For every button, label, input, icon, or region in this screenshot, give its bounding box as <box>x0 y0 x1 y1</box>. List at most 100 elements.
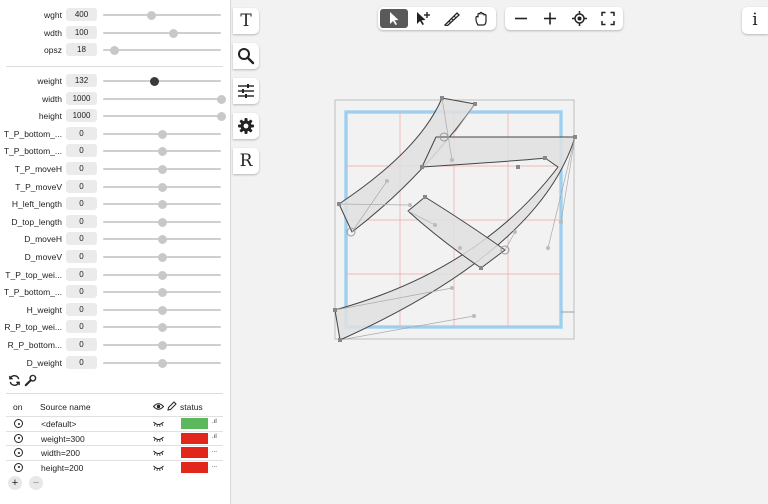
slider-thumb[interactable] <box>150 77 160 86</box>
axis-value-field[interactable]: 0 <box>66 232 97 246</box>
status-color-swatch[interactable] <box>181 432 208 444</box>
source-row[interactable]: weight=300 .ıl <box>6 430 223 445</box>
axis-value-field[interactable]: 0 <box>66 214 97 228</box>
axis-value-field[interactable]: 0 <box>66 179 97 193</box>
reset-icon[interactable] <box>8 374 21 387</box>
pointer-tool-button[interactable] <box>380 9 408 28</box>
slider-thumb[interactable] <box>157 288 167 298</box>
slider-thumb[interactable] <box>157 129 167 139</box>
axis-slider[interactable] <box>103 182 221 192</box>
slider-thumb[interactable] <box>216 94 226 104</box>
status-color-swatch[interactable] <box>181 447 208 458</box>
slider-thumb[interactable] <box>157 270 167 280</box>
glyph-outline[interactable] <box>334 97 576 341</box>
closed-eye-icon[interactable] <box>153 435 164 443</box>
slider-thumb[interactable] <box>157 147 167 157</box>
axis-value-field[interactable]: 100 <box>66 25 97 39</box>
axis-value-field[interactable]: 400 <box>66 8 97 21</box>
slider-thumb[interactable] <box>157 253 167 262</box>
slider-thumb[interactable] <box>157 182 167 192</box>
axis-value-field[interactable]: 0 <box>66 144 97 158</box>
axis-slider[interactable] <box>103 341 221 350</box>
axis-value-field[interactable]: 0 <box>66 250 97 263</box>
axis-value-field[interactable]: 0 <box>66 197 97 211</box>
glyph-canvas[interactable] <box>260 36 742 496</box>
axis-value-field[interactable]: 18 <box>66 43 97 56</box>
status-color-swatch[interactable] <box>181 461 208 473</box>
text-tool-tab[interactable]: T <box>233 8 259 34</box>
axis-value-field[interactable]: 0 <box>66 302 97 316</box>
axis-slider[interactable] <box>103 217 221 227</box>
slider-thumb[interactable] <box>157 200 167 210</box>
settings-tool-tab[interactable] <box>233 113 259 139</box>
axis-value-field[interactable]: 0 <box>66 355 97 369</box>
axis-slider[interactable] <box>103 358 221 368</box>
axis-row: T_P_moveH 0 <box>0 161 231 177</box>
middle-stroke-contour[interactable] <box>407 196 506 269</box>
pen-tool-button[interactable] <box>409 9 437 28</box>
slider-thumb[interactable] <box>157 305 167 315</box>
zoom-in-button[interactable] <box>536 9 564 28</box>
slider-thumb[interactable] <box>110 46 120 55</box>
slider-thumb[interactable] <box>157 358 167 368</box>
slider-thumb[interactable] <box>169 28 179 38</box>
status-color-swatch[interactable] <box>181 418 208 429</box>
search-tool-tab[interactable] <box>233 43 259 69</box>
axis-slider[interactable] <box>103 288 221 298</box>
axis-slider[interactable] <box>103 94 226 104</box>
zoom-out-button[interactable] <box>507 9 535 28</box>
source-row[interactable]: height=200... <box>6 459 223 474</box>
axis-value-field[interactable]: 0 <box>66 285 97 299</box>
slider-thumb[interactable] <box>157 217 167 227</box>
axis-slider[interactable] <box>103 253 221 262</box>
slider-thumb[interactable] <box>157 235 167 245</box>
reference-font-tab[interactable]: R <box>233 148 259 174</box>
closed-eye-icon[interactable] <box>153 449 164 457</box>
axis-slider[interactable] <box>103 323 221 333</box>
info-button[interactable]: i <box>742 7 768 34</box>
slider-thumb[interactable] <box>157 323 167 333</box>
slider-thumb[interactable] <box>146 11 156 20</box>
add-source-button[interactable]: + <box>8 476 22 490</box>
axis-slider[interactable] <box>103 129 221 139</box>
axis-slider[interactable] <box>103 147 221 157</box>
source-on-toggle[interactable] <box>14 433 23 443</box>
axis-value-field[interactable]: 1000 <box>66 91 97 105</box>
axis-slider[interactable] <box>103 112 226 122</box>
axis-value-field[interactable]: 1000 <box>66 109 97 123</box>
axis-value-field[interactable]: 0 <box>66 126 97 140</box>
slider-thumb[interactable] <box>216 112 226 122</box>
source-on-toggle[interactable] <box>14 448 23 457</box>
axis-slider[interactable] <box>103 28 221 38</box>
axis-value-field[interactable]: 0 <box>66 162 97 175</box>
axis-value-field[interactable]: 0 <box>66 338 97 351</box>
axis-slider[interactable] <box>103 270 221 280</box>
hand-tool-button[interactable] <box>467 9 495 28</box>
source-on-toggle[interactable] <box>14 462 23 472</box>
source-on-toggle[interactable] <box>14 419 23 428</box>
closed-eye-icon[interactable] <box>153 464 164 472</box>
knife-tool-button[interactable] <box>438 9 466 28</box>
zoom-fit-button[interactable] <box>594 9 622 28</box>
slider-thumb[interactable] <box>157 341 167 350</box>
axes-tool-tab[interactable] <box>233 78 259 104</box>
axis-value-field[interactable]: 132 <box>66 74 97 87</box>
axis-slider[interactable] <box>103 305 221 315</box>
axis-slider[interactable] <box>103 46 221 55</box>
eye-icon[interactable] <box>153 402 164 411</box>
closed-eye-icon[interactable] <box>153 420 164 428</box>
axis-slider[interactable] <box>103 77 221 86</box>
source-row[interactable]: <default> .ıl <box>6 416 223 430</box>
axis-value-field[interactable]: 0 <box>66 320 97 334</box>
wrench-icon[interactable] <box>24 374 37 387</box>
slider-thumb[interactable] <box>157 165 167 174</box>
source-row[interactable]: width=200... <box>6 445 223 459</box>
axis-value-field[interactable]: 0 <box>66 267 97 281</box>
axis-slider[interactable] <box>103 235 221 245</box>
remove-source-button[interactable]: − <box>29 476 43 490</box>
axis-slider[interactable] <box>103 165 221 174</box>
axis-slider[interactable] <box>103 11 221 20</box>
pencil-icon[interactable] <box>167 401 177 411</box>
zoom-to-selection-button[interactable] <box>565 9 593 28</box>
axis-slider[interactable] <box>103 200 221 210</box>
